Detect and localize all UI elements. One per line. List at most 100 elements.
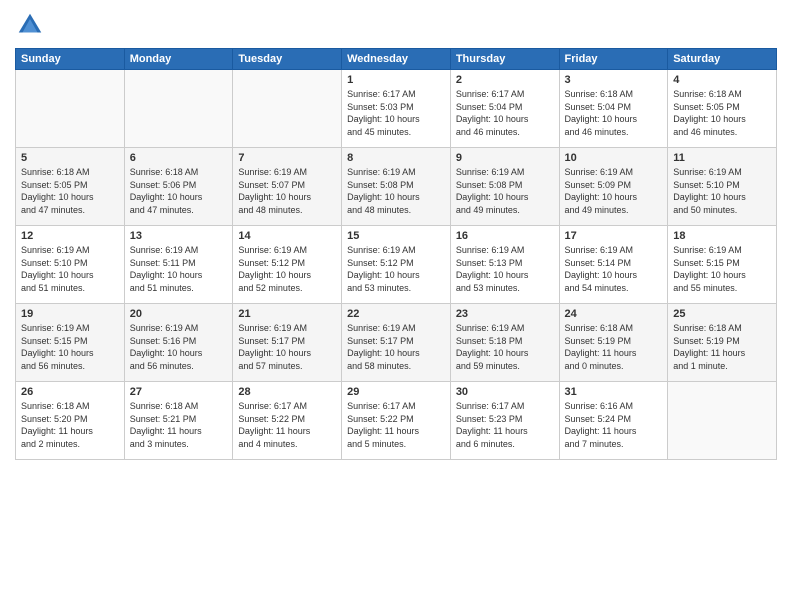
day-info: Sunrise: 6:19 AM Sunset: 5:10 PM Dayligh… [673, 166, 771, 216]
calendar-cell: 16 Sunrise: 6:19 AM Sunset: 5:13 PM Dayli… [450, 226, 559, 304]
day-info: Sunrise: 6:19 AM Sunset: 5:07 PM Dayligh… [238, 166, 336, 216]
day-info: Sunrise: 6:19 AM Sunset: 5:16 PM Dayligh… [130, 322, 228, 372]
day-number: 25 [673, 308, 771, 320]
day-info: Sunrise: 6:19 AM Sunset: 5:17 PM Dayligh… [347, 322, 445, 372]
day-info: Sunrise: 6:18 AM Sunset: 5:05 PM Dayligh… [673, 88, 771, 138]
day-number: 18 [673, 230, 771, 242]
calendar-cell: 29 Sunrise: 6:17 AM Sunset: 5:22 PM Dayli… [342, 382, 451, 460]
day-info: Sunrise: 6:18 AM Sunset: 5:19 PM Dayligh… [673, 322, 771, 372]
day-number: 17 [565, 230, 663, 242]
calendar-cell: 15 Sunrise: 6:19 AM Sunset: 5:12 PM Dayli… [342, 226, 451, 304]
calendar-cell: 22 Sunrise: 6:19 AM Sunset: 5:17 PM Dayli… [342, 304, 451, 382]
calendar-cell: 8 Sunrise: 6:19 AM Sunset: 5:08 PM Daylig… [342, 148, 451, 226]
calendar-cell: 2 Sunrise: 6:17 AM Sunset: 5:04 PM Daylig… [450, 70, 559, 148]
day-info: Sunrise: 6:17 AM Sunset: 5:23 PM Dayligh… [456, 400, 554, 450]
calendar-cell: 23 Sunrise: 6:19 AM Sunset: 5:18 PM Dayli… [450, 304, 559, 382]
day-info: Sunrise: 6:19 AM Sunset: 5:08 PM Dayligh… [456, 166, 554, 216]
day-number: 30 [456, 386, 554, 398]
week-row-1: 1 Sunrise: 6:17 AM Sunset: 5:03 PM Daylig… [16, 70, 777, 148]
calendar-cell: 13Sunrise: 6:19 AM Sunset: 5:11 PM Dayli… [124, 226, 233, 304]
day-number: 5 [21, 152, 119, 164]
day-number: 11 [673, 152, 771, 164]
day-number: 27 [130, 386, 228, 398]
day-info: Sunrise: 6:17 AM Sunset: 5:22 PM Dayligh… [238, 400, 336, 450]
day-header-friday: Friday [559, 49, 668, 70]
day-number: 14 [238, 230, 336, 242]
day-number: 23 [456, 308, 554, 320]
calendar-cell: 26Sunrise: 6:18 AM Sunset: 5:20 PM Dayli… [16, 382, 125, 460]
week-row-4: 19Sunrise: 6:19 AM Sunset: 5:15 PM Dayli… [16, 304, 777, 382]
day-info: Sunrise: 6:19 AM Sunset: 5:14 PM Dayligh… [565, 244, 663, 294]
calendar-cell: 27 Sunrise: 6:18 AM Sunset: 5:21 PM Dayli… [124, 382, 233, 460]
day-number: 6 [130, 152, 228, 164]
day-number: 24 [565, 308, 663, 320]
day-info: Sunrise: 6:18 AM Sunset: 5:20 PM Dayligh… [21, 400, 119, 450]
calendar-cell: 24 Sunrise: 6:18 AM Sunset: 5:19 PM Dayli… [559, 304, 668, 382]
day-number: 7 [238, 152, 336, 164]
day-info: Sunrise: 6:18 AM Sunset: 5:05 PM Dayligh… [21, 166, 119, 216]
calendar-cell: 30 Sunrise: 6:17 AM Sunset: 5:23 PM Dayli… [450, 382, 559, 460]
day-number: 1 [347, 74, 445, 86]
calendar-cell: 20 Sunrise: 6:19 AM Sunset: 5:16 PM Dayli… [124, 304, 233, 382]
day-number: 15 [347, 230, 445, 242]
logo-icon [15, 10, 45, 40]
calendar-cell [16, 70, 125, 148]
calendar-cell: 14 Sunrise: 6:19 AM Sunset: 5:12 PM Dayli… [233, 226, 342, 304]
day-number: 21 [238, 308, 336, 320]
calendar-cell [124, 70, 233, 148]
day-header-tuesday: Tuesday [233, 49, 342, 70]
calendar-cell: 11 Sunrise: 6:19 AM Sunset: 5:10 PM Dayli… [668, 148, 777, 226]
week-row-3: 12Sunrise: 6:19 AM Sunset: 5:10 PM Dayli… [16, 226, 777, 304]
day-number: 4 [673, 74, 771, 86]
calendar-cell: 31 Sunrise: 6:16 AM Sunset: 5:24 PM Dayli… [559, 382, 668, 460]
day-info: Sunrise: 6:16 AM Sunset: 5:24 PM Dayligh… [565, 400, 663, 450]
day-info: Sunrise: 6:18 AM Sunset: 5:21 PM Dayligh… [130, 400, 228, 450]
day-info: Sunrise: 6:17 AM Sunset: 5:04 PM Dayligh… [456, 88, 554, 138]
calendar-cell: 21 Sunrise: 6:19 AM Sunset: 5:17 PM Dayli… [233, 304, 342, 382]
day-header-sunday: Sunday [16, 49, 125, 70]
calendar-cell: 12Sunrise: 6:19 AM Sunset: 5:10 PM Dayli… [16, 226, 125, 304]
day-info: Sunrise: 6:17 AM Sunset: 5:22 PM Dayligh… [347, 400, 445, 450]
day-info: Sunrise: 6:18 AM Sunset: 5:06 PM Dayligh… [130, 166, 228, 216]
calendar-cell: 25 Sunrise: 6:18 AM Sunset: 5:19 PM Dayli… [668, 304, 777, 382]
day-info: Sunrise: 6:19 AM Sunset: 5:12 PM Dayligh… [347, 244, 445, 294]
calendar-cell [668, 382, 777, 460]
day-number: 8 [347, 152, 445, 164]
day-number: 31 [565, 386, 663, 398]
day-number: 2 [456, 74, 554, 86]
day-info: Sunrise: 6:19 AM Sunset: 5:18 PM Dayligh… [456, 322, 554, 372]
day-info: Sunrise: 6:17 AM Sunset: 5:03 PM Dayligh… [347, 88, 445, 138]
day-number: 9 [456, 152, 554, 164]
day-info: Sunrise: 6:19 AM Sunset: 5:09 PM Dayligh… [565, 166, 663, 216]
day-number: 10 [565, 152, 663, 164]
day-header-monday: Monday [124, 49, 233, 70]
day-info: Sunrise: 6:19 AM Sunset: 5:17 PM Dayligh… [238, 322, 336, 372]
day-number: 29 [347, 386, 445, 398]
day-info: Sunrise: 6:19 AM Sunset: 5:13 PM Dayligh… [456, 244, 554, 294]
day-header-wednesday: Wednesday [342, 49, 451, 70]
day-number: 22 [347, 308, 445, 320]
calendar-cell: 1 Sunrise: 6:17 AM Sunset: 5:03 PM Daylig… [342, 70, 451, 148]
day-info: Sunrise: 6:19 AM Sunset: 5:12 PM Dayligh… [238, 244, 336, 294]
calendar-cell: 3Sunrise: 6:18 AM Sunset: 5:04 PM Daylig… [559, 70, 668, 148]
day-number: 19 [21, 308, 119, 320]
day-number: 28 [238, 386, 336, 398]
week-row-5: 26Sunrise: 6:18 AM Sunset: 5:20 PM Dayli… [16, 382, 777, 460]
calendar-cell: 10 Sunrise: 6:19 AM Sunset: 5:09 PM Dayli… [559, 148, 668, 226]
day-number: 20 [130, 308, 228, 320]
calendar-cell: 17 Sunrise: 6:19 AM Sunset: 5:14 PM Dayli… [559, 226, 668, 304]
logo [15, 10, 49, 40]
week-row-2: 5 Sunrise: 6:18 AM Sunset: 5:05 PM Daylig… [16, 148, 777, 226]
day-info: Sunrise: 6:18 AM Sunset: 5:19 PM Dayligh… [565, 322, 663, 372]
calendar-cell: 5 Sunrise: 6:18 AM Sunset: 5:05 PM Daylig… [16, 148, 125, 226]
calendar-cell: 19Sunrise: 6:19 AM Sunset: 5:15 PM Dayli… [16, 304, 125, 382]
day-info: Sunrise: 6:19 AM Sunset: 5:08 PM Dayligh… [347, 166, 445, 216]
header-row: SundayMondayTuesdayWednesdayThursdayFrid… [16, 49, 777, 70]
day-number: 3 [565, 74, 663, 86]
calendar-cell: 6 Sunrise: 6:18 AM Sunset: 5:06 PM Daylig… [124, 148, 233, 226]
calendar-cell: 9 Sunrise: 6:19 AM Sunset: 5:08 PM Daylig… [450, 148, 559, 226]
day-number: 16 [456, 230, 554, 242]
calendar-cell [233, 70, 342, 148]
day-number: 13 [130, 230, 228, 242]
calendar-cell: 18Sunrise: 6:19 AM Sunset: 5:15 PM Dayli… [668, 226, 777, 304]
